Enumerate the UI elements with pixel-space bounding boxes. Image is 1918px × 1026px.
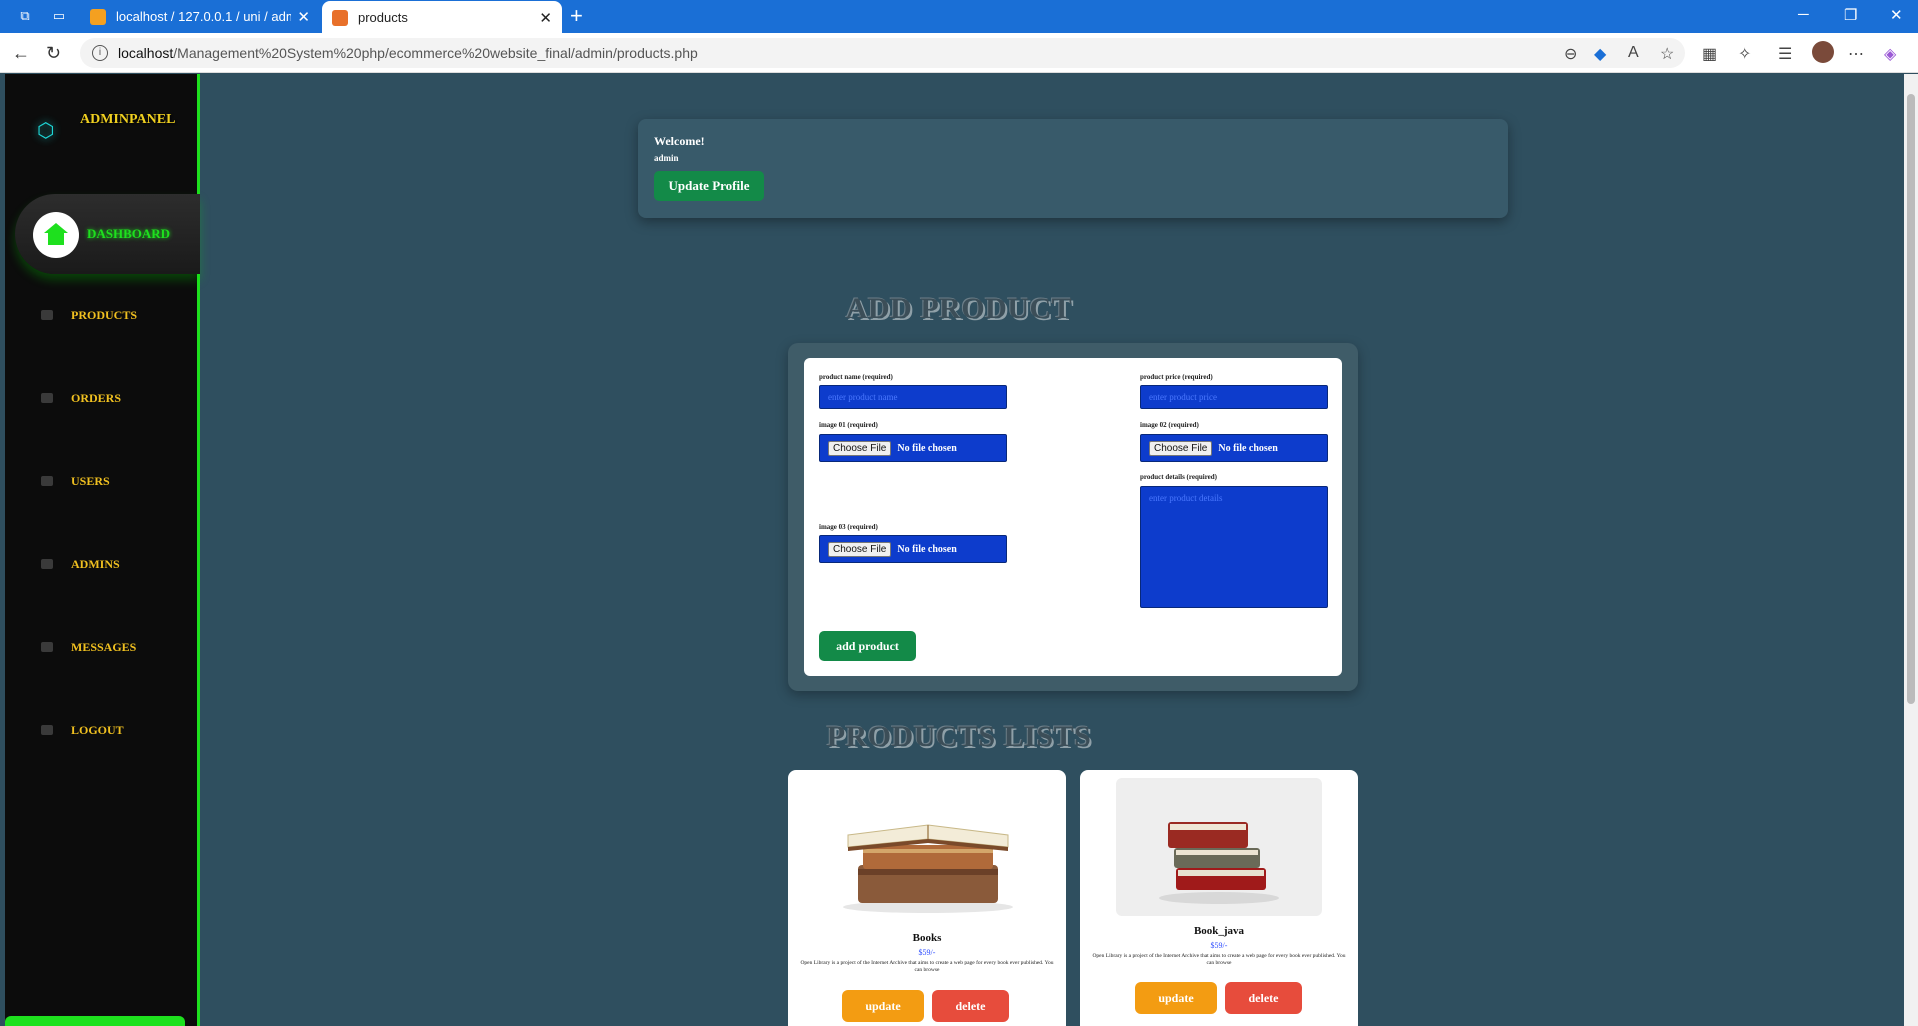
tab-products[interactable]: products ✕ [322,1,562,34]
cart-icon [41,393,53,403]
products-list-heading: PRODUCTS LISTS [826,720,1092,753]
product-card: Book_java $59/- Open Library is a projec… [1080,770,1358,1026]
file-status: No file chosen [897,543,957,555]
sidebar-item-orders[interactable]: ORDERS [5,383,200,413]
tab-actions-icon[interactable]: ▭ [50,8,68,24]
add-product-form: product name (required) enter product na… [804,358,1342,676]
book-stack-image [843,824,1013,913]
new-tab-icon[interactable]: + [570,3,583,29]
restore-icon[interactable]: ❐ [1844,6,1857,24]
read-aloud-icon[interactable]: A [1628,44,1639,62]
url-host: localhost [118,45,174,61]
product-name-label: product name (required) [819,373,893,381]
update-profile-button[interactable]: Update Profile [654,171,764,201]
delete-product-button[interactable]: delete [1225,982,1302,1014]
envelope-icon [41,642,53,652]
brand-title[interactable]: ADMINPANEL [80,112,175,128]
product-price: $59/- [918,948,936,957]
book-stack-image [1116,778,1322,916]
product-name-input[interactable]: enter product name [819,385,1007,409]
tab-phpmyadmin[interactable]: localhost / 127.0.0.1 / uni / admin ✕ [80,0,320,33]
welcome-greeting: Welcome! [654,134,705,148]
tag-icon[interactable]: ◆ [1594,44,1606,64]
scrollbar-thumb[interactable] [1907,94,1915,704]
add-product-heading: ADD PRODUCT [845,292,1073,325]
info-icon[interactable]: i [92,45,108,61]
minimize-icon[interactable]: ─ [1798,6,1809,23]
product-details-label: product details (required) [1140,473,1218,481]
product-details-textarea[interactable]: enter product details [1140,486,1328,608]
image-02-label: image 02 (required) [1140,421,1199,429]
sidebar-item-label: ADMINS [71,556,120,571]
update-product-button[interactable]: update [842,990,924,1022]
product-description: Open Library is a project of the Interne… [800,960,1054,973]
sidebar-item-label: DASHBOARD [87,226,171,241]
refresh-icon[interactable]: ↻ [46,43,61,64]
tab-title: localhost / 127.0.0.1 / uni / admin [116,9,292,24]
add-product-button[interactable]: add product [819,631,916,661]
sidebar: ⬡ ADMINPANEL DASHBOARD PRODUCTS ORDERS U… [5,74,200,1026]
profile-avatar[interactable] [1812,41,1834,63]
file-status: No file chosen [897,442,957,454]
image-02-file-input[interactable]: Choose File No file chosen [1140,434,1328,462]
user-icon [41,476,53,486]
sidebar-item-dashboard[interactable]: DASHBOARD [15,194,200,274]
address-bar: ← ↻ i localhost/Management%20System%20ph… [0,33,1918,73]
xampp-favicon-icon [332,9,348,26]
tab-title: products [358,10,408,25]
welcome-box: Welcome! admin Update Profile [638,119,1508,218]
page-scrollbar[interactable] [1904,74,1918,1026]
product-name: Books [912,932,942,944]
sidebar-bottom-bar [5,1016,185,1026]
home-icon [33,212,79,258]
product-price-input[interactable]: enter product price [1140,385,1328,409]
close-tab-icon[interactable]: ✕ [297,8,310,26]
product-price-label: product price (required) [1140,373,1213,381]
delete-product-button[interactable]: delete [932,990,1009,1022]
split-screen-icon[interactable]: ▦ [1702,44,1717,64]
zoom-icon[interactable]: ⊖ [1564,44,1577,64]
close-tab-icon[interactable]: ✕ [539,9,552,27]
copilot-icon[interactable]: ◈ [1884,44,1896,64]
image-01-file-input[interactable]: Choose File No file chosen [819,434,1007,462]
favorite-star-icon[interactable]: ☆ [1660,44,1674,64]
product-card: Books $59/- Open Library is a project of… [788,770,1066,1026]
close-window-icon[interactable]: ✕ [1890,6,1903,24]
codepen-logo-icon: ⬡ [37,120,55,142]
welcome-username: admin [654,153,679,163]
image-01-label: image 01 (required) [819,421,878,429]
update-product-button[interactable]: update [1135,982,1217,1014]
more-menu-icon[interactable]: ⋯ [1848,44,1864,64]
sidebar-item-label: MESSAGES [71,639,137,654]
sidebar-item-label: ORDERS [71,390,122,405]
product-description: Open Library is a project of the Interne… [1092,953,1346,966]
extensions-icon[interactable]: ✧ [1738,44,1751,64]
favorites-icon[interactable]: ☰ [1778,44,1792,64]
user-gear-icon [41,559,53,569]
image-03-label: image 03 (required) [819,523,878,531]
choose-file-button[interactable]: Choose File [828,440,892,456]
product-name: Book_java [1193,925,1245,937]
sidebar-item-messages[interactable]: MESSAGES [5,632,200,662]
back-icon[interactable]: ← [12,43,30,64]
sidebar-item-admins[interactable]: ADMINS [5,549,200,579]
choose-file-button[interactable]: Choose File [1149,440,1213,456]
phpmyadmin-favicon-icon [90,8,106,25]
sidebar-item-label: USERS [71,473,110,488]
add-product-panel: product name (required) enter product na… [788,343,1358,691]
sidebar-item-users[interactable]: USERS [5,466,200,496]
image-03-file-input[interactable]: Choose File No file chosen [819,535,1007,563]
url-input[interactable]: i localhost/Management%20System%20php/ec… [80,38,1685,68]
browser-tab-bar: ⧉ ▭ localhost / 127.0.0.1 / uni / admin … [0,0,1918,34]
product-price: $59/- [1210,941,1228,950]
file-status: No file chosen [1218,442,1278,454]
workspaces-icon[interactable]: ⧉ [16,8,34,24]
url-path: /Management%20System%20php/ecommerce%20w… [173,45,698,61]
choose-file-button[interactable]: Choose File [828,541,892,557]
